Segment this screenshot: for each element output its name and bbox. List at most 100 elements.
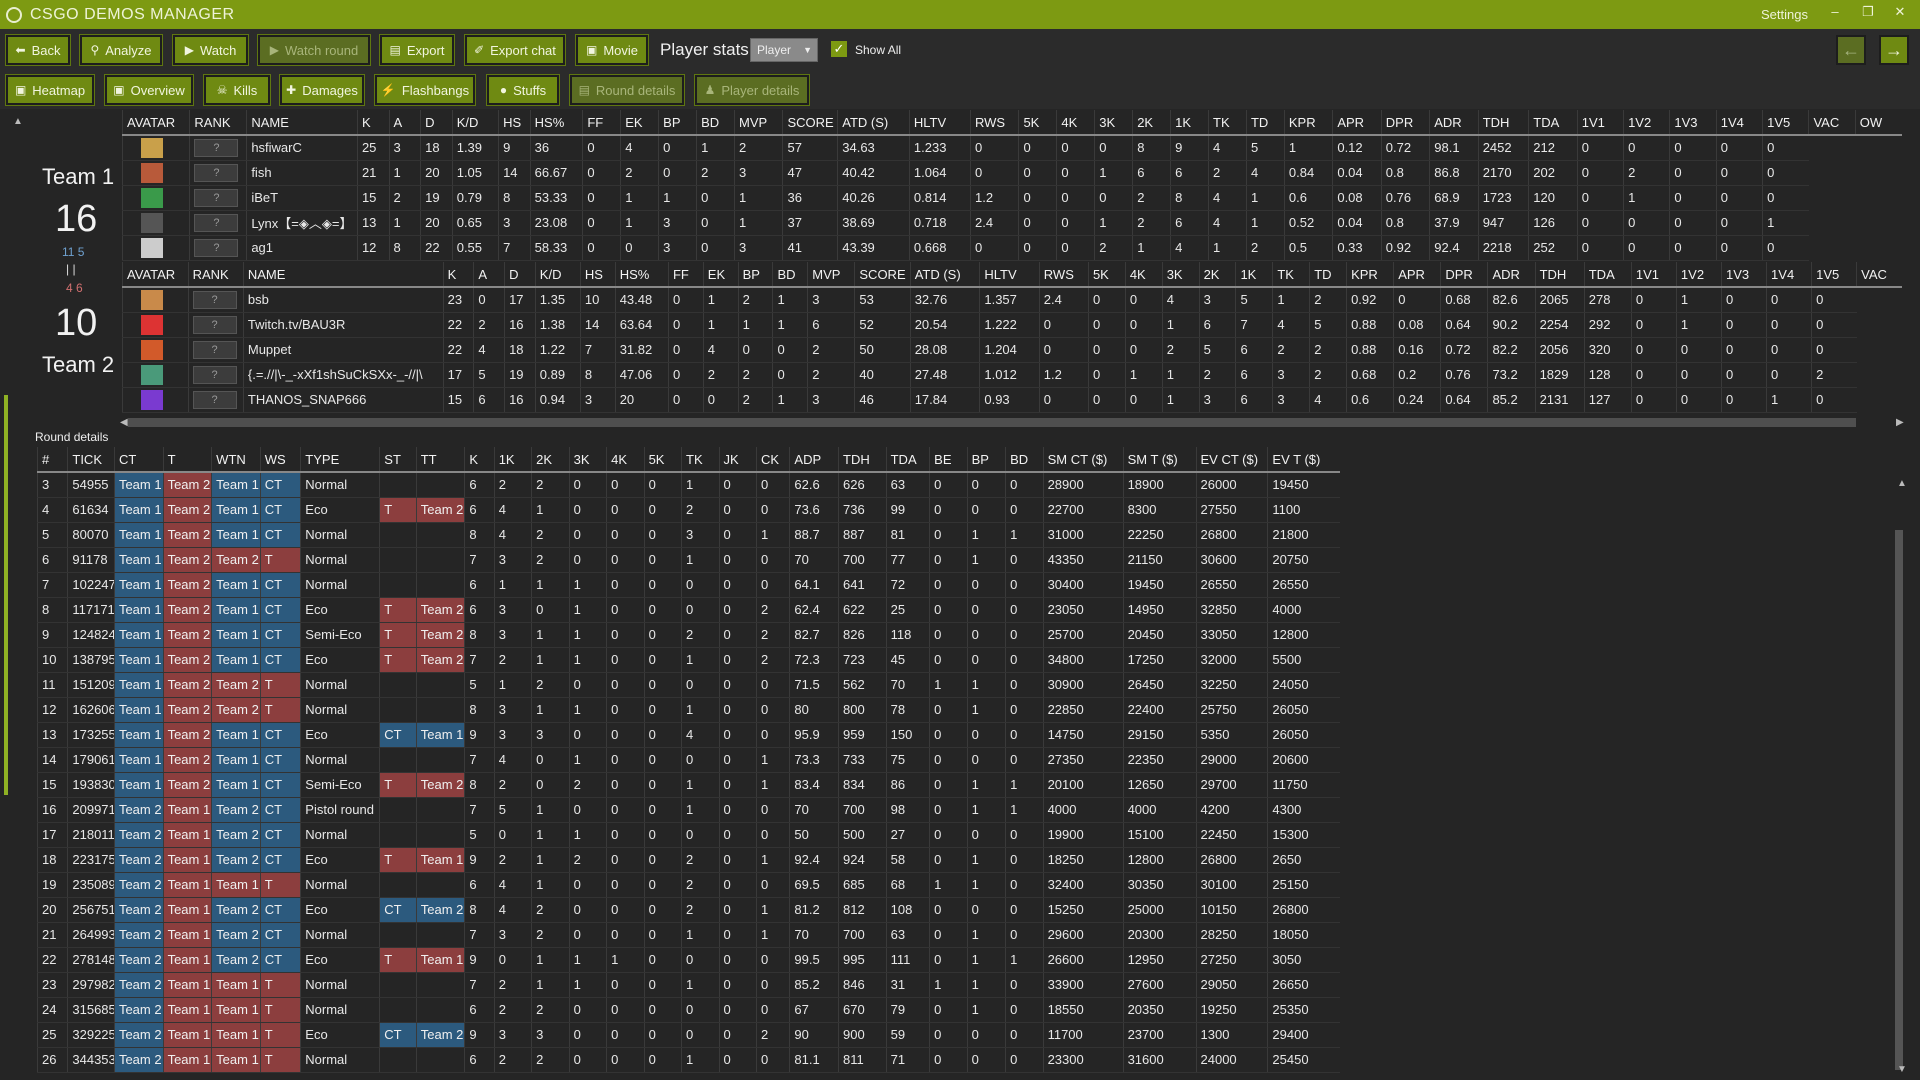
- column-header[interactable]: 1V5: [1811, 262, 1857, 287]
- tab-heatmap[interactable]: ▣ Heatmap: [5, 74, 95, 106]
- round-row[interactable]: 4 61634 Team 1 Team 2 Team 1 CT Eco T Team 26410…: [36, 497, 1340, 523]
- column-header[interactable]: T: [162, 447, 212, 472]
- column-header[interactable]: FF: [582, 110, 621, 135]
- column-header[interactable]: SCORE: [782, 110, 838, 135]
- column-header[interactable]: TICK: [67, 447, 115, 472]
- column-header[interactable]: SM CT ($): [1042, 447, 1124, 472]
- column-header[interactable]: MVP: [734, 110, 783, 135]
- round-row[interactable]: 26 344353 Team 2 Team 1 Team 1 T Normal 6 2 2 0 0 0 1…: [36, 1047, 1340, 1073]
- column-header[interactable]: RANK: [189, 110, 247, 135]
- column-header[interactable]: TD: [1245, 110, 1285, 135]
- column-header[interactable]: RANK: [187, 262, 244, 287]
- column-header[interactable]: 1V4: [1715, 110, 1763, 135]
- column-header[interactable]: 5K: [1018, 110, 1057, 135]
- tab-damages[interactable]: ✚ Damages: [279, 74, 365, 106]
- column-header[interactable]: HS%: [529, 110, 583, 135]
- vertical-scrollbar[interactable]: [1895, 530, 1903, 1070]
- column-header[interactable]: TDH: [1534, 262, 1585, 287]
- restore-icon[interactable]: ❐: [1857, 4, 1879, 24]
- column-header[interactable]: TYPE: [300, 447, 380, 472]
- round-row[interactable]: 8 117171 Team 1 Team 2 Team 1 CT Eco T Team 2630…: [36, 597, 1340, 623]
- column-header[interactable]: HS: [579, 262, 616, 287]
- column-header[interactable]: ADR: [1429, 110, 1479, 135]
- column-header[interactable]: HLTV: [908, 110, 971, 135]
- column-header[interactable]: EV T ($): [1267, 447, 1340, 472]
- round-row[interactable]: 5 80070 Team 1 Team 2 Team 1 CT Normal 8 4 2 0 0 0 3 0…: [36, 522, 1340, 548]
- column-header[interactable]: 1K: [1170, 110, 1209, 135]
- round-row[interactable]: 23 297982 Team 2 Team 1 Team 1 T Normal 7 2 1 1 0 0 1…: [36, 972, 1340, 998]
- player-row[interactable]: ? iBeT 15 2 19 0.79 8 53.33 0 1 1 0 1 36 40.26 0.814 1.2…: [121, 185, 1903, 211]
- column-header[interactable]: ATD (S): [837, 110, 910, 135]
- minimize-icon[interactable]: –: [1824, 4, 1846, 24]
- column-header[interactable]: 3K: [568, 447, 607, 472]
- player-row[interactable]: ? ag1 12 8 22 0.55 7 58.33 0 0 3 0 3 41 43.39 0.668 0 0 0 2…: [121, 235, 1903, 261]
- column-header[interactable]: 1K: [493, 447, 532, 472]
- column-header[interactable]: APR: [1332, 110, 1382, 135]
- column-header[interactable]: AVATAR: [121, 110, 190, 135]
- column-header[interactable]: DPR: [1440, 262, 1488, 287]
- column-header[interactable]: TK: [1208, 110, 1247, 135]
- column-header[interactable]: SM T ($): [1122, 447, 1196, 472]
- column-header[interactable]: K: [356, 110, 390, 135]
- column-header[interactable]: 5K: [643, 447, 682, 472]
- column-header[interactable]: 1V1: [1630, 262, 1677, 287]
- column-header[interactable]: D: [504, 262, 536, 287]
- column-header[interactable]: 4K: [1124, 262, 1163, 287]
- player-row[interactable]: ? Muppet 22 4 18 1.22 7 31.82 0 4 0 0 2 50 28.08 1.204 0…: [122, 337, 1903, 363]
- column-header[interactable]: CK: [755, 447, 790, 472]
- column-header[interactable]: APR: [1393, 262, 1441, 287]
- column-header[interactable]: 1V5: [1762, 110, 1809, 135]
- column-header[interactable]: VAC: [1856, 262, 1902, 287]
- player-row[interactable]: ? hsfiwarC 25 3 18 1.39 9 36 0 4 0 1 2 57 34.63 1.233 0 0…: [121, 135, 1903, 161]
- column-header[interactable]: DPR: [1380, 110, 1430, 135]
- column-header[interactable]: WTN: [211, 447, 261, 472]
- scroll-down-icon[interactable]: ▼: [1897, 1064, 1907, 1075]
- column-header[interactable]: OW: [1854, 110, 1902, 135]
- column-header[interactable]: MVP: [807, 262, 855, 287]
- tab-kills[interactable]: ☠ Kills: [203, 74, 271, 106]
- column-header[interactable]: TDH: [1477, 110, 1529, 135]
- column-header[interactable]: 1V2: [1675, 262, 1722, 287]
- column-header[interactable]: BP: [966, 447, 1006, 472]
- horizontal-scrollbar[interactable]: [128, 418, 1856, 427]
- round-row[interactable]: 10 138795 Team 1 Team 2 Team 1 CT Eco T Team 272…: [36, 647, 1340, 673]
- round-row[interactable]: 13 173255 Team 1 Team 2 Team 1 CT Eco CT Team 19…: [36, 722, 1340, 748]
- column-header[interactable]: K: [464, 447, 495, 472]
- column-header[interactable]: BP: [658, 110, 697, 135]
- player-row[interactable]: ? Twitch.tv/BAU3R 22 2 16 1.38 14 63.64 0 1 1 1 6 52 2…: [122, 312, 1903, 338]
- column-header[interactable]: AVATAR: [122, 262, 189, 287]
- column-header[interactable]: K/D: [451, 110, 499, 135]
- back-button[interactable]: ⬅ Back: [5, 34, 71, 66]
- close-icon[interactable]: ✕: [1889, 4, 1911, 24]
- column-header[interactable]: ATD (S): [909, 262, 980, 287]
- column-header[interactable]: TK: [681, 447, 720, 472]
- column-header[interactable]: RWS: [969, 110, 1019, 135]
- scroll-up-icon[interactable]: ▲: [13, 116, 23, 127]
- column-header[interactable]: HS: [498, 110, 531, 135]
- round-row[interactable]: 7 102247 Team 1 Team 2 Team 1 CT Normal 6 1 1 1 0 0 0…: [36, 572, 1340, 598]
- tab-player-details[interactable]: ♟ Player details: [694, 74, 810, 106]
- column-header[interactable]: TD: [1309, 262, 1347, 287]
- column-header[interactable]: SCORE: [854, 262, 911, 287]
- round-row[interactable]: 19 235089 Team 2 Team 1 Team 1 T Normal 6 4 1 0 0 0 2…: [36, 872, 1340, 898]
- column-header[interactable]: BD: [1005, 447, 1044, 472]
- column-header[interactable]: EK: [620, 110, 659, 135]
- player-row[interactable]: ? {.=.//|\-_-xXf1shSuCkSXx-_-//|\ 17 5 19 0.8…: [122, 362, 1903, 388]
- arrow-right-icon[interactable]: →: [1879, 35, 1909, 65]
- column-header[interactable]: BE: [929, 447, 968, 472]
- column-header[interactable]: TDA: [1583, 262, 1632, 287]
- export-chat-button[interactable]: ✐ Export chat: [464, 34, 566, 66]
- column-header[interactable]: HLTV: [979, 262, 1040, 287]
- scroll-left-icon[interactable]: ◀: [120, 417, 128, 428]
- round-row[interactable]: 20 256751 Team 2 Team 1 Team 2 CT Eco CT Team 28…: [36, 897, 1340, 923]
- column-header[interactable]: KPR: [1283, 110, 1333, 135]
- column-header[interactable]: 1V3: [1669, 110, 1717, 135]
- column-header[interactable]: ADR: [1487, 262, 1536, 287]
- column-header[interactable]: D: [420, 110, 453, 135]
- column-header[interactable]: EV CT ($): [1195, 447, 1268, 472]
- column-header[interactable]: TK: [1272, 262, 1310, 287]
- tab-stuffs[interactable]: ● Stuffs: [486, 74, 560, 106]
- round-row[interactable]: 15 193830 Team 1 Team 2 Team 1 CT Semi-Eco T Tea…: [36, 772, 1340, 798]
- column-header[interactable]: TDA: [885, 447, 930, 472]
- column-header[interactable]: K: [442, 262, 474, 287]
